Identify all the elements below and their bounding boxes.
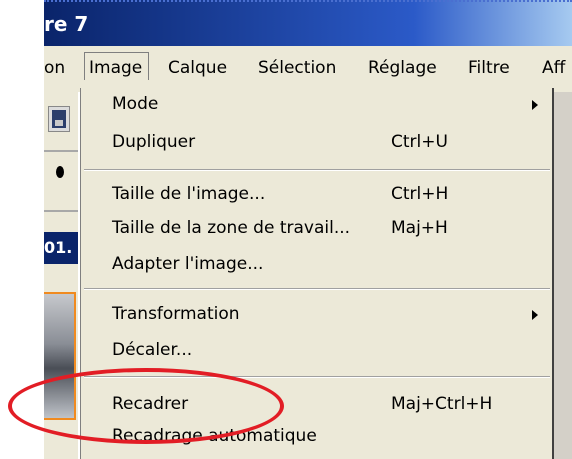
- menu-bar: on Image Calque Sélection Réglage Filtre…: [44, 46, 572, 92]
- menu-item-shortcut: Ctrl+H: [391, 184, 449, 204]
- toolbar-divider: [44, 210, 78, 212]
- menu-image[interactable]: Image: [84, 52, 150, 80]
- menu-item-transformation[interactable]: Transformation: [81, 298, 552, 330]
- image-thumbnail[interactable]: [44, 292, 76, 420]
- document-tab[interactable]: 01.: [44, 232, 78, 264]
- window-title-bar: re 7: [44, 0, 572, 46]
- menu-item-shortcut: Maj+H: [391, 218, 448, 238]
- menu-item-mode[interactable]: Mode: [81, 88, 552, 120]
- document-tab-label: 01.: [44, 238, 73, 257]
- menu-item-label: Adapter l'image...: [112, 254, 264, 274]
- menu-item-label: Taille de la zone de travail...: [112, 218, 351, 238]
- floppy-disk-icon: [52, 110, 66, 128]
- menu-item-label: Taille de l'image...: [112, 184, 266, 204]
- menu-filtre[interactable]: Filtre: [468, 58, 510, 78]
- menu-selection[interactable]: Sélection: [258, 58, 336, 78]
- menu-affichage[interactable]: Aff: [542, 58, 565, 78]
- menu-item-recadrer[interactable]: Recadrer Maj+Ctrl+H: [81, 388, 552, 420]
- submenu-arrow-icon: [532, 310, 538, 320]
- menu-item-dupliquer[interactable]: Dupliquer Ctrl+U: [81, 126, 552, 158]
- menu-item-taille-zone-travail[interactable]: Taille de la zone de travail... Maj+H: [81, 212, 552, 244]
- menu-item-label: Transformation: [112, 304, 240, 324]
- menu-item-recadrage-automatique[interactable]: Recadrage automatique: [81, 420, 552, 452]
- right-panel-edge: [554, 92, 572, 459]
- image-menu-dropdown: Mode Dupliquer Ctrl+U Taille de l'image.…: [80, 88, 554, 459]
- menu-item-shortcut: Ctrl+U: [391, 132, 448, 152]
- menu-item-taille-image[interactable]: Taille de l'image... Ctrl+H: [81, 178, 552, 210]
- menu-item-label: Dupliquer: [112, 132, 196, 152]
- menu-item-label: Recadrage automatique: [112, 426, 317, 446]
- menu-reglage[interactable]: Réglage: [368, 58, 437, 78]
- menu-separator: [84, 169, 550, 171]
- menu-calque[interactable]: Calque: [168, 58, 227, 78]
- menu-affichage-partial[interactable]: on: [44, 58, 65, 78]
- save-button[interactable]: [48, 106, 70, 132]
- window-title: re 7: [44, 12, 89, 36]
- submenu-arrow-icon: [532, 100, 538, 110]
- toolbar-divider: [44, 150, 78, 152]
- menu-separator: [84, 376, 550, 378]
- menu-item-adapter-image[interactable]: Adapter l'image...: [81, 248, 552, 280]
- menu-item-label: Recadrer: [112, 394, 189, 414]
- menu-separator: [84, 288, 550, 290]
- menu-item-label: Décaler...: [112, 340, 193, 360]
- menu-item-decaler[interactable]: Décaler...: [81, 334, 552, 366]
- menu-item-label: Mode: [112, 94, 159, 114]
- brush-dot-icon[interactable]: [56, 166, 64, 178]
- menu-item-shortcut: Maj+Ctrl+H: [391, 394, 493, 414]
